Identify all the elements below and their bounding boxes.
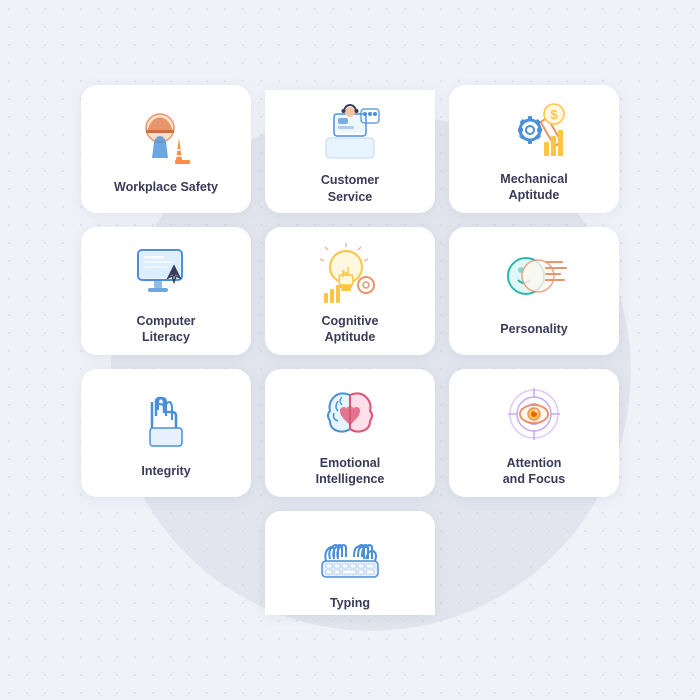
card-cognitive-aptitude[interactable]: CognitiveAptitude [265,227,435,355]
card-label: MechanicalAptitude [500,171,567,204]
card-computer-literacy[interactable]: ComputerLiteracy [81,227,251,355]
card-label: ComputerLiteracy [136,313,195,346]
card-label: EmotionalIntelligence [316,455,385,488]
page-wrapper: Workplace Safety [0,0,700,700]
face-icon [500,247,568,315]
hardhat-icon [132,105,200,173]
card-label: Workplace Safety [114,179,218,195]
card-emotional-intelligence[interactable]: EmotionalIntelligence [265,369,435,497]
card-mechanical-aptitude[interactable]: $ MechanicalAptitude [449,85,619,213]
card-label: CustomerService [321,172,379,205]
card-personality[interactable]: Personality [449,227,619,355]
card-label: Typing [330,595,370,611]
card-typing[interactable]: Typing [265,511,435,615]
card-label: Personality [500,321,567,337]
card-customer-service[interactable]: CustomerService [265,90,435,213]
headset-icon [316,98,384,166]
gears-icon: $ [500,97,568,165]
computer-icon [132,239,200,307]
svg-text:$: $ [550,107,558,122]
card-label: CognitiveAptitude [322,313,379,346]
eye-target-icon [500,381,568,449]
brain-heart-icon [316,381,384,449]
card-integrity[interactable]: Integrity [81,369,251,497]
card-label: Attentionand Focus [503,455,566,488]
card-workplace-safety[interactable]: Workplace Safety [81,85,251,213]
card-attention-focus[interactable]: Attentionand Focus [449,369,619,497]
handshake-icon [132,389,200,457]
keyboard-icon [316,521,384,589]
bulb-icon [316,239,384,307]
card-label: Integrity [141,463,190,479]
